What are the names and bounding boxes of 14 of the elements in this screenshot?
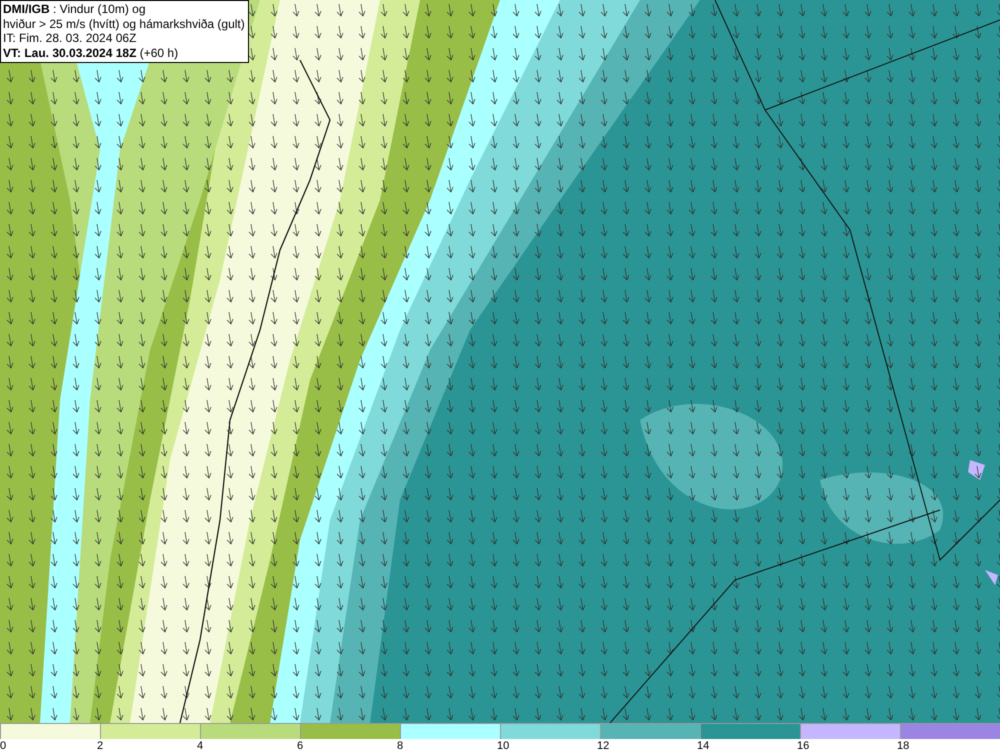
legend-tick-label: 10	[497, 739, 510, 753]
legend-tick-label: 8	[397, 739, 404, 753]
title-line: hviður > 25 m/s (hvítt) og hámarkshviða (gult)	[3, 16, 245, 31]
legend-tick-label: 12	[597, 739, 610, 753]
title-line: VT: Lau. 30.03.2024 18Z (+60 h)	[3, 46, 180, 60]
legend-tick-label: 14	[697, 739, 710, 753]
title-line: DMI/IGB : Vindur (10m) og	[3, 2, 146, 16]
legend-tick-label: 16	[797, 739, 810, 753]
legend-tick-label: 6	[297, 739, 304, 753]
title-line: IT: Fim. 28. 03. 2024 06Z	[3, 31, 138, 46]
legend-tick-label: 4	[197, 739, 204, 753]
legend-tick-label: 18	[897, 739, 910, 753]
legend-tick-label: 2	[97, 739, 104, 753]
legend-tick-label: 0	[0, 739, 6, 753]
